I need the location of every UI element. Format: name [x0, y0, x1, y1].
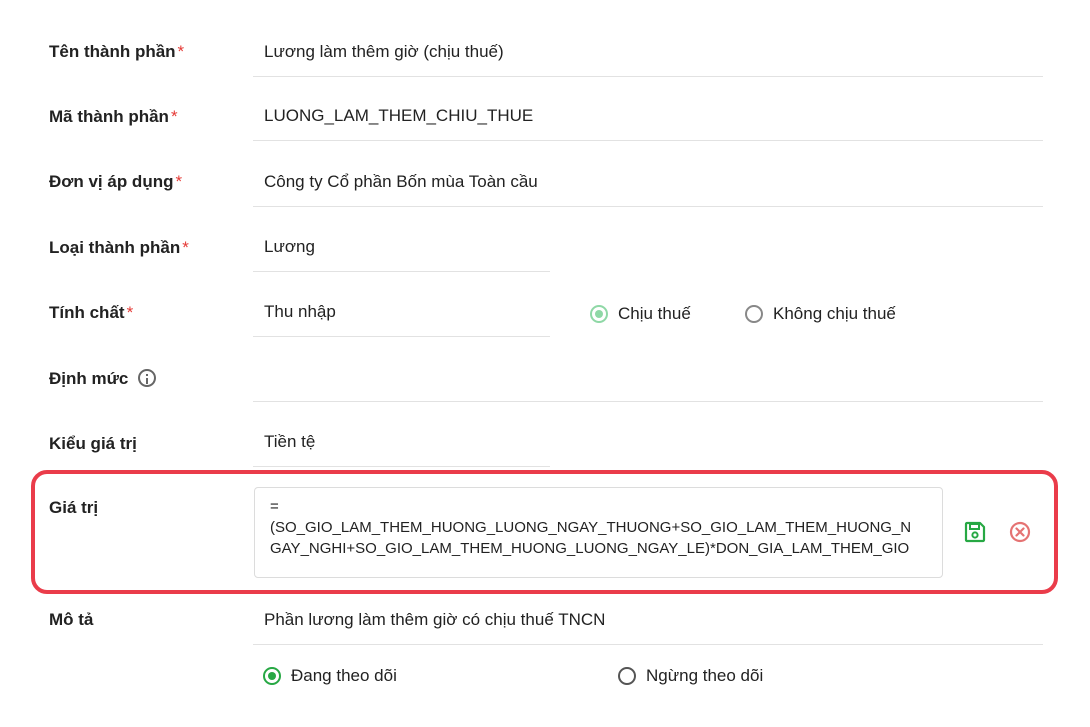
norm-field[interactable]: [253, 364, 1043, 402]
cancel-icon[interactable]: [1008, 520, 1032, 544]
value-label: Giá trị: [49, 498, 99, 517]
save-icon[interactable]: [963, 520, 987, 544]
norm-label: Định mức: [49, 369, 157, 389]
property-label: Tính chất *: [49, 303, 134, 322]
name-field[interactable]: Lương làm thêm giờ (chịu thuế): [253, 39, 1043, 77]
info-icon[interactable]: [138, 369, 157, 387]
unit-label: Đơn vị áp dụng *: [49, 172, 183, 191]
component-form: Tên thành phần * Lương làm thêm giờ (chịu…: [0, 0, 1090, 727]
radio-taxable[interactable]: Chịu thuế: [590, 304, 691, 324]
radio-tracking[interactable]: Đang theo dõi: [263, 666, 397, 686]
radio-non-taxable[interactable]: Không chịu thuế: [745, 304, 896, 324]
value-type-label: Kiểu giá trị: [49, 434, 137, 453]
value-type-select[interactable]: Tiền tệ: [253, 429, 550, 467]
code-label: Mã thành phần *: [49, 107, 178, 126]
radio-unchecked-icon: [618, 667, 636, 685]
formula-line: GAY_NGHI+SO_GIO_LAM_THEM_HUONG_LUONG_NGA…: [270, 540, 910, 557]
formula-textarea[interactable]: = (SO_GIO_LAM_THEM_HUONG_LUONG_NGAY_THUO…: [254, 487, 943, 578]
property-select[interactable]: Thu nhập: [253, 299, 550, 337]
formula-line: (SO_GIO_LAM_THEM_HUONG_LUONG_NGAY_THUONG…: [270, 519, 912, 536]
description-field[interactable]: Phần lương làm thêm giờ có chịu thuế TNC…: [253, 607, 1043, 645]
radio-checked-icon: [263, 667, 281, 685]
name-label: Tên thành phần *: [49, 42, 185, 61]
radio-checked-icon: [590, 305, 608, 323]
unit-field[interactable]: Công ty Cổ phần Bốn mùa Toàn cầu: [253, 169, 1043, 207]
radio-unchecked-icon: [745, 305, 763, 323]
code-field[interactable]: LUONG_LAM_THEM_CHIU_THUE: [253, 103, 1043, 141]
type-select[interactable]: Lương: [253, 234, 550, 272]
type-label: Loại thành phần *: [49, 238, 189, 257]
formula-line: =: [270, 498, 279, 515]
radio-stop-tracking[interactable]: Ngừng theo dõi: [618, 666, 763, 686]
description-label: Mô tả: [49, 610, 94, 629]
